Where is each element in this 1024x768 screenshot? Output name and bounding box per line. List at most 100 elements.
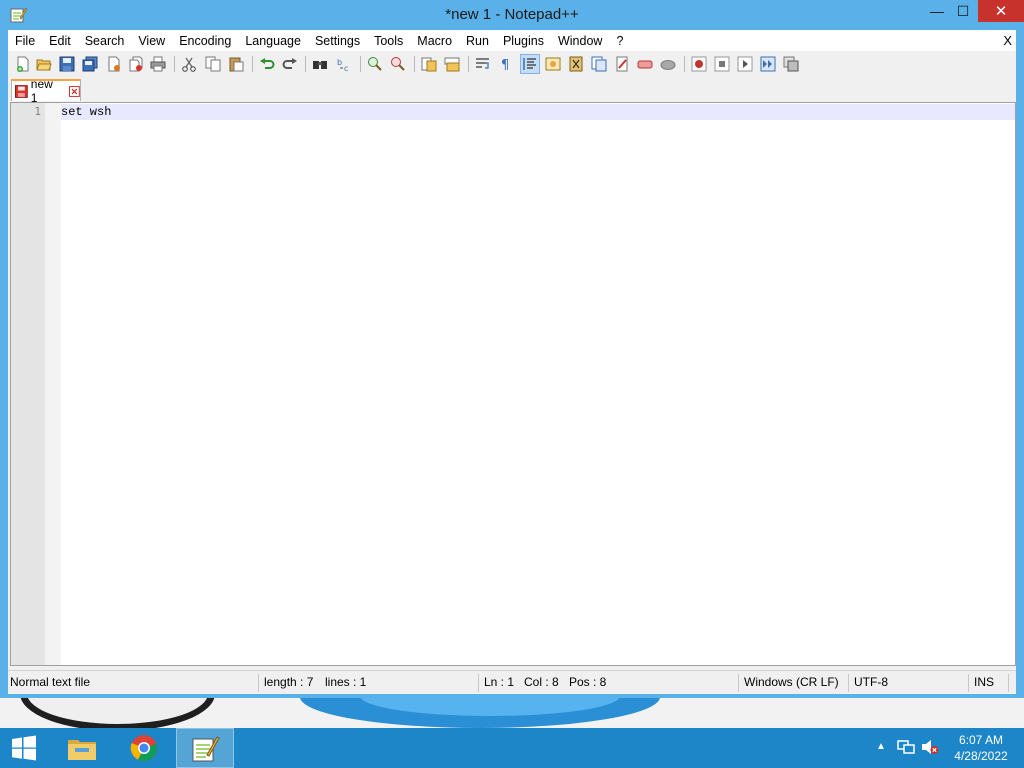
status-divider <box>258 674 259 692</box>
start-button[interactable] <box>4 728 44 768</box>
run-macro-multiple-icon[interactable] <box>759 55 777 73</box>
menu-plugins[interactable]: Plugins <box>496 34 551 48</box>
menu-help[interactable]: ? <box>609 34 630 48</box>
copy-icon[interactable] <box>204 55 222 73</box>
new-file-icon[interactable] <box>14 55 32 73</box>
system-clock[interactable]: 6:07 AM 4/28/2022 <box>946 732 1016 764</box>
close-icon[interactable] <box>105 55 123 73</box>
editor-area[interactable]: 1 set wsh <box>10 102 1016 666</box>
tab-bar: new 1 <box>8 77 1016 105</box>
close-document-button[interactable]: X <box>1003 33 1012 48</box>
maximize-button[interactable]: ☐ <box>946 0 980 22</box>
window-title: *new 1 - Notepad++ <box>445 6 579 23</box>
tab-new-1[interactable]: new 1 <box>11 77 81 105</box>
replace-icon[interactable]: bc <box>335 55 353 73</box>
notepad-plus-plus-taskbar-button[interactable] <box>176 728 234 768</box>
menu-tools[interactable]: Tools <box>367 34 410 48</box>
word-wrap-icon[interactable] <box>474 55 492 73</box>
stop-macro-icon[interactable] <box>713 55 731 73</box>
redo-icon[interactable] <box>281 55 299 73</box>
folder-as-workspace-icon[interactable] <box>613 55 631 73</box>
doc-map-icon[interactable] <box>567 55 585 73</box>
status-length: length : 7 <box>264 675 314 689</box>
menu-language[interactable]: Language <box>238 34 308 48</box>
title-bar[interactable]: *new 1 - Notepad++ — ☐ ✕ <box>0 0 1024 30</box>
play-macro-icon[interactable] <box>736 55 754 73</box>
desktop-background <box>0 696 1024 730</box>
toolbar-separator <box>174 56 175 72</box>
toolbar-separator <box>360 56 361 72</box>
status-encoding[interactable]: UTF-8 <box>854 675 888 689</box>
status-insert-mode[interactable]: INS <box>974 675 994 689</box>
clock-date: 4/28/2022 <box>954 749 1008 763</box>
status-lines: lines : 1 <box>325 675 367 689</box>
status-bar: Normal text file length : 7 lines : 1 Ln… <box>8 670 1016 694</box>
menu-window[interactable]: Window <box>551 34 609 48</box>
file-explorer-button[interactable] <box>60 728 104 768</box>
menu-search[interactable]: Search <box>78 34 132 48</box>
status-divider <box>1008 674 1009 692</box>
show-all-characters-icon[interactable]: ¶ <box>497 55 515 73</box>
zoom-in-icon[interactable] <box>366 55 384 73</box>
menu-settings[interactable]: Settings <box>308 34 367 48</box>
user-defined-language-icon[interactable] <box>544 55 562 73</box>
save-icon[interactable] <box>58 55 76 73</box>
sync-vertical-icon[interactable] <box>420 55 438 73</box>
menu-edit[interactable]: Edit <box>42 34 78 48</box>
menu-macro[interactable]: Macro <box>410 34 459 48</box>
record-macro-icon[interactable] <box>690 55 708 73</box>
tab-close-icon[interactable] <box>69 85 80 97</box>
clock-time: 6:07 AM <box>958 733 1004 747</box>
print-icon[interactable] <box>149 55 167 73</box>
undo-icon[interactable] <box>258 55 276 73</box>
file-explorer-icon <box>68 740 96 760</box>
volume-muted-icon[interactable] <box>921 739 939 755</box>
close-window-button[interactable]: ✕ <box>978 0 1024 22</box>
save-all-icon[interactable] <box>81 55 99 73</box>
status-col: Col : 8 <box>524 675 559 689</box>
status-pos: Pos : 8 <box>569 675 607 689</box>
find-icon[interactable] <box>311 55 329 73</box>
indent-guide-icon[interactable] <box>520 54 540 74</box>
show-hidden-icons-icon[interactable]: ▲ <box>876 741 886 752</box>
menu-encoding[interactable]: Encoding <box>172 34 238 48</box>
menu-bar: File Edit Search View Encoding Language … <box>8 30 1016 51</box>
status-file-type: Normal text file <box>10 675 91 689</box>
notepad-plus-plus-window: *new 1 - Notepad++ — ☐ ✕ File Edit Searc… <box>0 0 1024 698</box>
network-icon[interactable] <box>897 739 915 755</box>
toolbar-separator <box>468 56 469 72</box>
notepad-plus-plus-icon <box>192 736 220 762</box>
close-all-icon[interactable] <box>127 55 145 73</box>
line-number: 1 <box>34 105 41 118</box>
tab-label: new 1 <box>30 77 53 105</box>
chrome-button[interactable] <box>122 728 166 768</box>
status-ln: Ln : 1 <box>484 675 515 689</box>
status-divider <box>848 674 849 692</box>
open-file-icon[interactable] <box>35 55 53 73</box>
save-macro-icon[interactable] <box>782 55 800 73</box>
toolbar-separator <box>414 56 415 72</box>
zoom-out-icon[interactable] <box>389 55 407 73</box>
paste-icon[interactable] <box>227 55 245 73</box>
unsaved-file-icon <box>15 84 28 98</box>
fold-margin[interactable] <box>45 103 61 665</box>
cut-icon[interactable] <box>180 55 198 73</box>
menu-view[interactable]: View <box>131 34 172 48</box>
wallpaper-shape <box>20 696 215 730</box>
svg-text:¶: ¶ <box>501 58 509 72</box>
menu-file[interactable]: File <box>8 34 42 48</box>
line-number-gutter: 1 <box>11 103 45 665</box>
sync-horizontal-icon[interactable] <box>443 55 461 73</box>
cloud-icon[interactable] <box>659 55 677 73</box>
monitoring-icon[interactable] <box>636 55 654 73</box>
status-eol[interactable]: Windows (CR LF) <box>744 675 839 689</box>
code-line[interactable]: set wsh <box>61 105 111 119</box>
function-list-icon[interactable] <box>590 55 608 73</box>
status-divider <box>738 674 739 692</box>
menu-run[interactable]: Run <box>459 34 496 48</box>
maximize-icon: ☐ <box>956 2 970 19</box>
toolbar-separator <box>305 56 306 72</box>
status-divider <box>478 674 479 692</box>
toolbar-separator <box>252 56 253 72</box>
status-divider <box>968 674 969 692</box>
